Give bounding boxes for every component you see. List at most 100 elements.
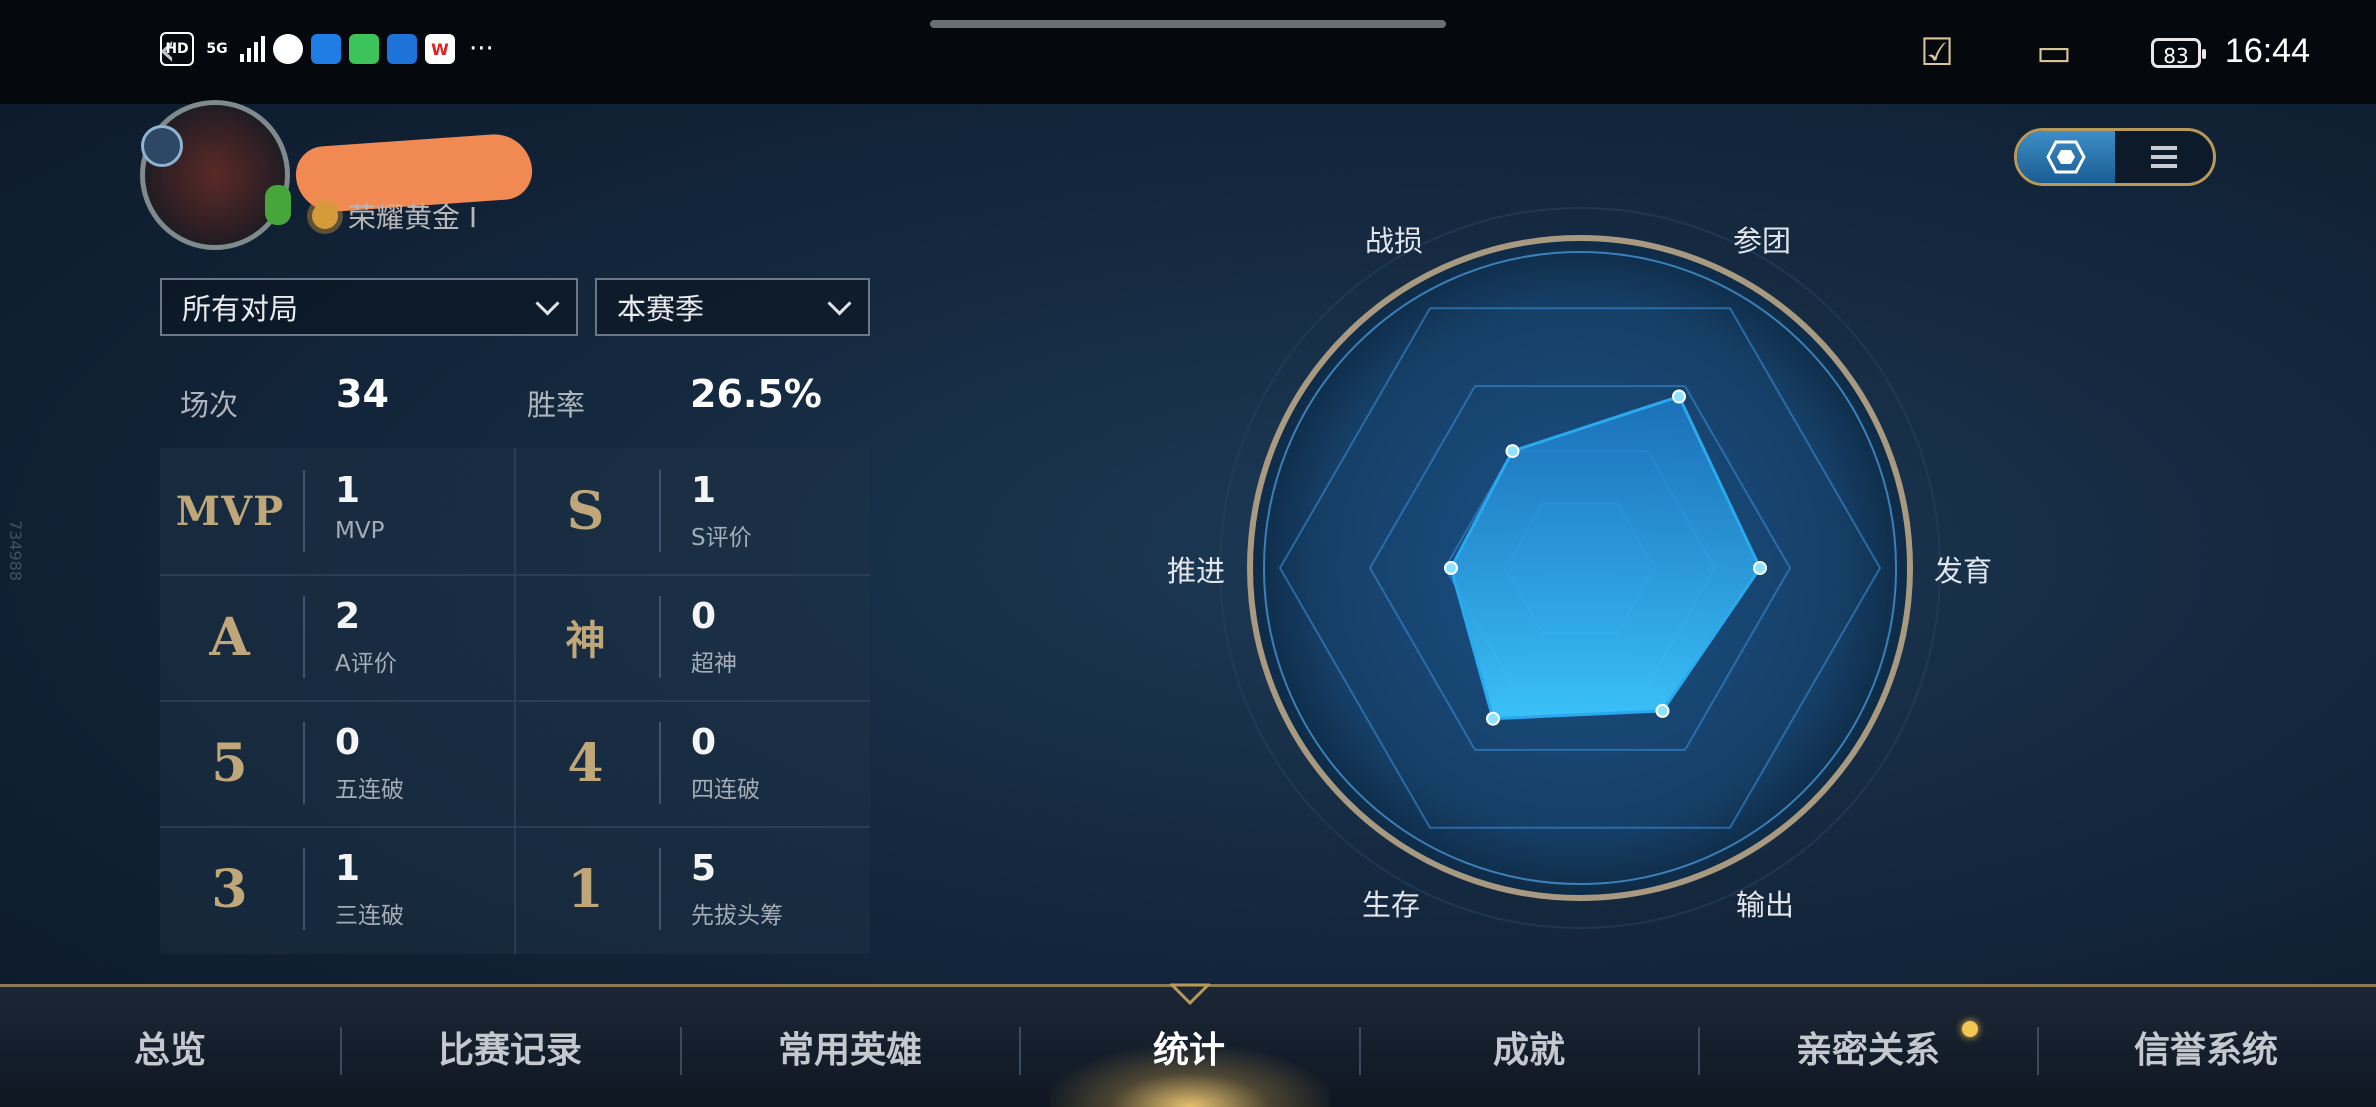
drag-handle[interactable] — [930, 20, 1446, 28]
axis-label-push: 推进 — [1167, 554, 1226, 588]
stat-label: A评价 — [335, 651, 397, 677]
stats-grid: MVP 1 MVP S 1 S评价 A 2 A评价 神 0 超神 5 0 五连破… — [160, 448, 870, 954]
matches-label: 场次 — [180, 388, 239, 422]
messages-icon — [349, 34, 379, 64]
cell-separator — [659, 722, 661, 804]
a-rating-badge-icon: A — [209, 606, 251, 668]
rank-emblem-icon — [312, 203, 338, 229]
stat-value: 1 — [335, 470, 361, 511]
quadra-kill-badge-icon: 4 — [567, 732, 605, 794]
cell-separator — [303, 848, 305, 930]
stat-value: 1 — [335, 848, 361, 889]
wps-icon: W — [425, 34, 455, 64]
axis-label-teamfight: 参团 — [1733, 224, 1792, 258]
axis-label-damage: 输出 — [1736, 888, 1795, 922]
cell-separator — [659, 470, 661, 552]
radar-view-button[interactable] — [2017, 131, 2115, 183]
tab-statistics[interactable]: 统计 — [1019, 987, 1359, 1107]
status-bar: ‹ HD 5G W ··· ☑ ▭ 83 16:44 — [0, 0, 2376, 104]
stat-value: 0 — [691, 596, 717, 637]
cell-separator — [659, 848, 661, 930]
notification-dot — [1962, 1021, 1978, 1037]
stat-cell-godlike: 神 0 超神 — [516, 574, 870, 700]
radar-svg — [1219, 207, 1941, 929]
radar-point-3 — [1486, 711, 1500, 726]
side-id-watermark: 734988 — [6, 520, 25, 582]
tab-intimacy[interactable]: 亲密关系 — [1698, 987, 2038, 1107]
stat-label: 四连破 — [691, 777, 760, 803]
tab-match-history[interactable]: 比赛记录 — [340, 987, 680, 1107]
cell-separator — [303, 596, 305, 678]
chat-bubble-icon[interactable]: ▭ — [2036, 30, 2072, 74]
list-icon — [2151, 146, 2177, 168]
bottom-nav: 总览 比赛记录 常用英雄 统计 成就 亲密关系 信誉系统 — [0, 983, 2376, 1107]
winrate-label: 胜率 — [527, 388, 586, 422]
season-value: 本赛季 — [617, 292, 705, 326]
radar-point-4 — [1444, 561, 1458, 575]
hexagon-icon — [2046, 140, 2086, 174]
stat-label: 五连破 — [335, 777, 404, 803]
signal-bars-icon — [240, 36, 265, 62]
match-mode-dropdown[interactable]: 所有对局 — [160, 278, 578, 336]
winrate-value: 26.5% — [690, 372, 822, 416]
stat-label: 三连破 — [335, 903, 404, 929]
avatar-frame-orb-icon — [141, 125, 183, 167]
chevron-down-icon — [827, 290, 852, 316]
stat-cell-quadra: 4 0 四连破 — [516, 700, 870, 826]
stat-label: 先拔头筹 — [691, 903, 783, 929]
match-mode-value: 所有对局 — [182, 292, 299, 326]
radar-point-0 — [1672, 389, 1686, 404]
season-dropdown[interactable]: 本赛季 — [595, 278, 870, 336]
tab-common-heroes[interactable]: 常用英雄 — [680, 987, 1020, 1107]
more-icon: ··· — [469, 34, 494, 64]
cell-separator — [659, 596, 661, 678]
cell-separator — [303, 470, 305, 552]
axis-label-survival: 生存 — [1362, 888, 1421, 922]
radar-point-5 — [1505, 444, 1520, 459]
axis-label-growth: 发育 — [1934, 554, 1993, 588]
cloud-icon — [311, 34, 341, 64]
view-toggle[interactable] — [2014, 128, 2216, 186]
list-view-button[interactable] — [2115, 131, 2213, 183]
tab-credit-system[interactable]: 信誉系统 — [2036, 987, 2376, 1107]
signal-icon: 5G — [206, 41, 228, 57]
bulb-icon — [387, 34, 417, 64]
triple-kill-badge-icon: 3 — [211, 858, 249, 920]
stat-cell-s: S 1 S评价 — [516, 448, 870, 574]
radar-point-1 — [1753, 561, 1767, 575]
stat-cell-mvp: MVP 1 MVP — [160, 448, 514, 574]
matches-value: 34 — [336, 372, 389, 416]
stat-value: 0 — [691, 722, 717, 763]
avatar-frame-gem-icon — [265, 185, 291, 225]
stat-value: 5 — [691, 848, 717, 889]
stat-label: MVP — [335, 518, 385, 544]
stat-value: 1 — [691, 470, 717, 511]
rank-label: 荣耀黄金 I — [348, 201, 478, 234]
tab-overview[interactable]: 总览 — [0, 987, 340, 1107]
stat-value: 2 — [335, 596, 361, 637]
wechat-icon — [273, 34, 303, 64]
stat-cell-first-blood: 1 5 先拔头筹 — [516, 826, 870, 952]
tab-achievements[interactable]: 成就 — [1359, 987, 1699, 1107]
stat-label: S评价 — [691, 525, 752, 551]
hd-icon: HD — [160, 32, 194, 66]
stat-value: 0 — [335, 722, 361, 763]
cell-separator — [303, 722, 305, 804]
rank-badge: 荣耀黄金 I — [312, 196, 477, 236]
avatar[interactable] — [140, 100, 291, 250]
godlike-badge-icon: 神 — [565, 617, 607, 664]
axis-label-damage-taken: 战损 — [1365, 224, 1424, 258]
task-check-icon[interactable]: ☑ — [1920, 30, 1954, 74]
first-blood-badge-icon: 1 — [567, 858, 605, 920]
s-rating-badge-icon: S — [566, 480, 606, 542]
status-icons: HD 5G W ··· — [160, 32, 494, 66]
stat-cell-a: A 2 A评价 — [160, 574, 514, 700]
stat-label: 超神 — [691, 651, 737, 677]
chevron-down-icon — [535, 290, 560, 316]
radar-chart: 参团 发育 输出 生存 推进 战损 — [1100, 180, 2060, 940]
mvp-badge-icon: MVP — [175, 487, 285, 535]
clock: 16:44 — [2224, 32, 2310, 70]
penta-kill-badge-icon: 5 — [211, 732, 249, 794]
stat-cell-triple: 3 1 三连破 — [160, 826, 514, 952]
battery-icon: 83 — [2151, 38, 2206, 68]
